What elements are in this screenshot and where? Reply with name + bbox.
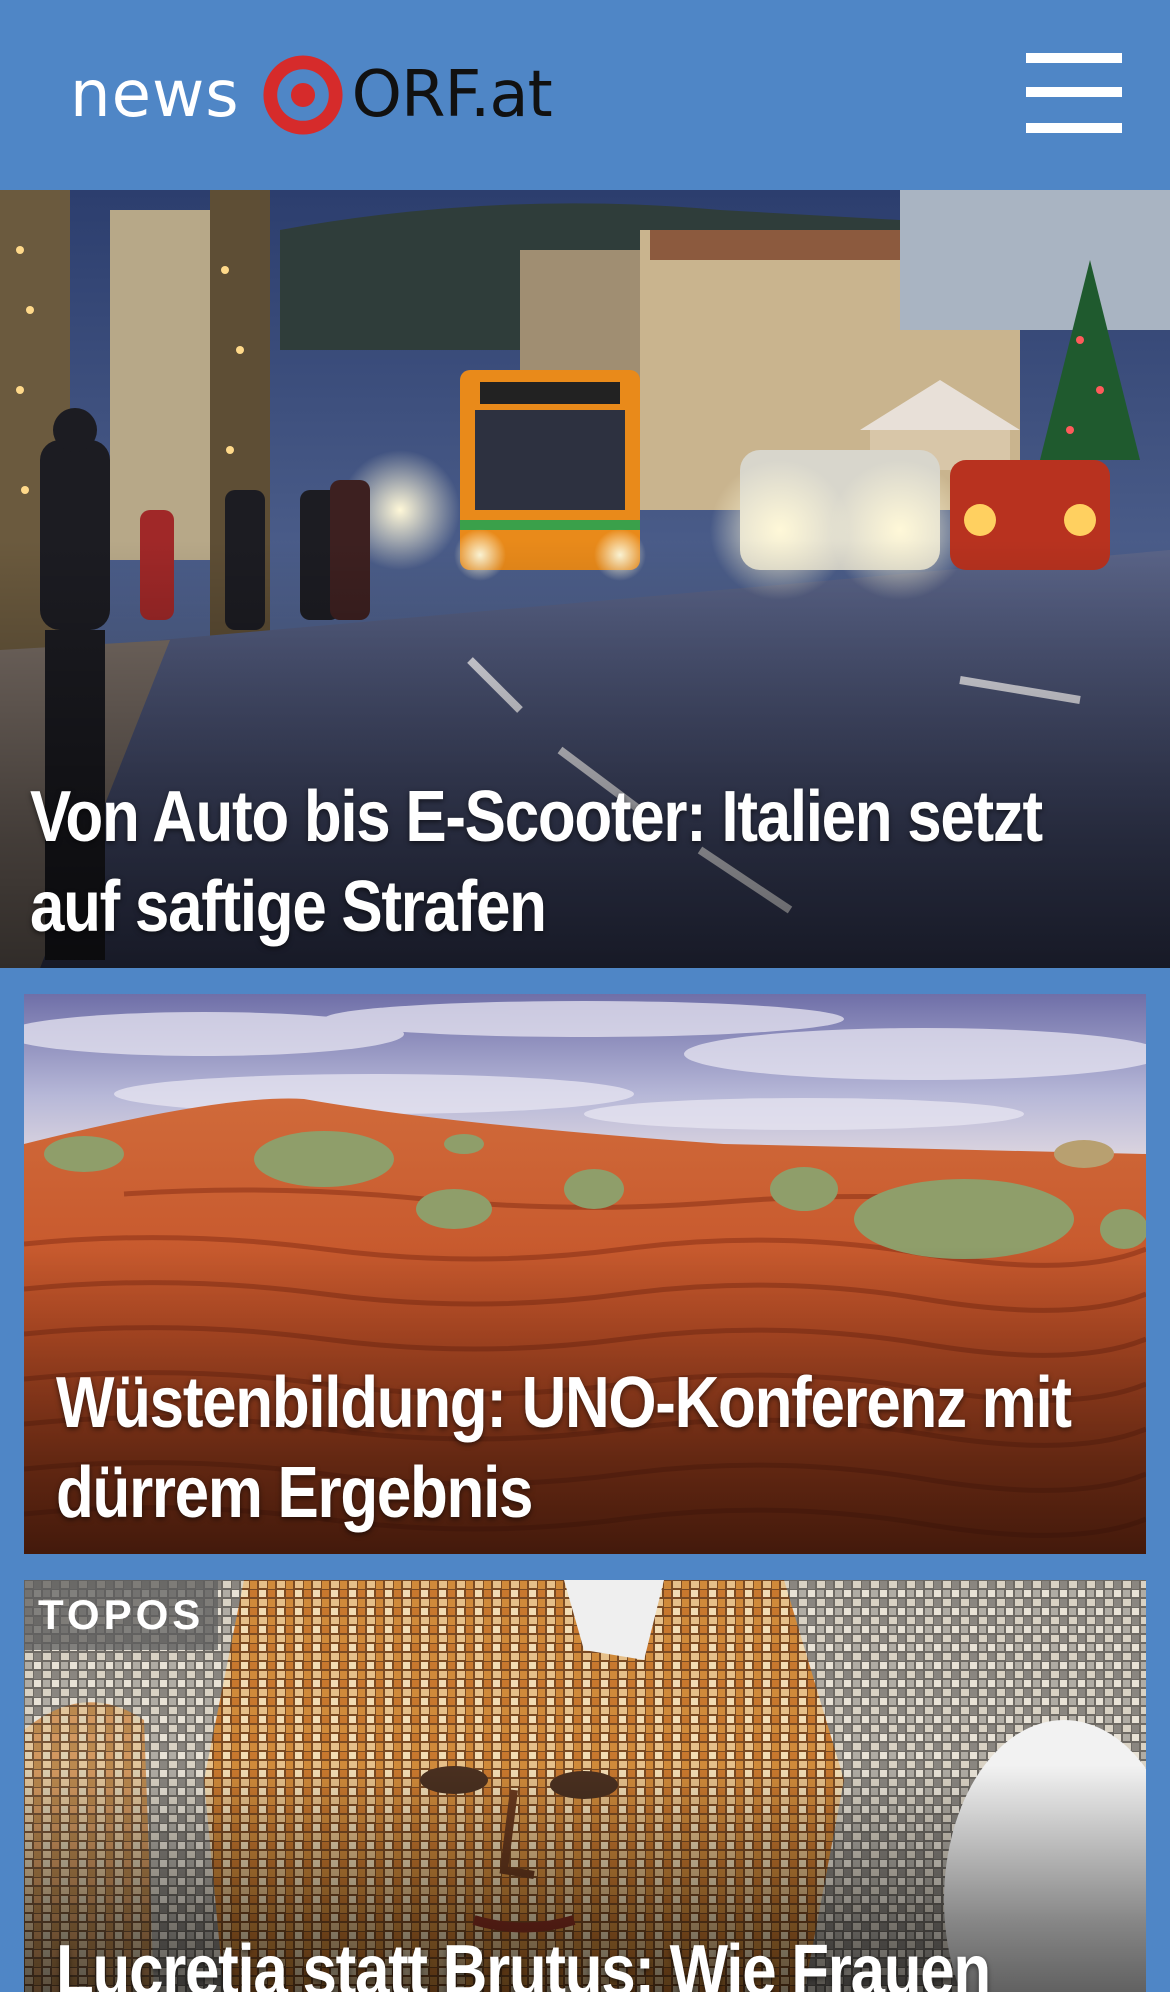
menu-bar (1026, 87, 1122, 97)
story-title-line: Wüstenbildung: UNO-Konferenz mit (56, 1363, 1072, 1443)
story-title-line: Lucretia statt Brutus: Wie Frauen (56, 1931, 991, 1992)
logo-news-text: news (70, 58, 240, 132)
menu-bar (1026, 53, 1122, 63)
menu-bar (1026, 123, 1122, 133)
story-title-line: dürrem Ergebnis (56, 1453, 533, 1533)
story-card-desertification[interactable]: Wüstenbildung: UNO-Konferenz mit dürrem … (24, 994, 1146, 1554)
orf-target-icon (263, 55, 343, 135)
story-title-line: auf saftige Strafen (30, 867, 547, 947)
story-card-lucretia[interactable]: TOPOS Lucretia statt Brutus: Wie Frauen (24, 1580, 1146, 1992)
logo-orf-text: ORF.at (351, 58, 553, 132)
hamburger-menu-icon[interactable] (1024, 50, 1124, 136)
story-title[interactable]: Von Auto bis E-Scooter: Italien setzt au… (30, 772, 1043, 952)
story-title-line: Von Auto bis E-Scooter: Italien setzt (30, 777, 1043, 857)
topos-badge: TOPOS (24, 1580, 219, 1650)
story-card-italy-fines[interactable]: Von Auto bis E-Scooter: Italien setzt au… (0, 190, 1170, 968)
news-orf-logo[interactable]: news ORF.at (70, 50, 553, 140)
app-header: news ORF.at (0, 0, 1170, 190)
story-title[interactable]: Wüstenbildung: UNO-Konferenz mit dürrem … (56, 1358, 1072, 1538)
story-title[interactable]: Lucretia statt Brutus: Wie Frauen (56, 1926, 991, 1992)
